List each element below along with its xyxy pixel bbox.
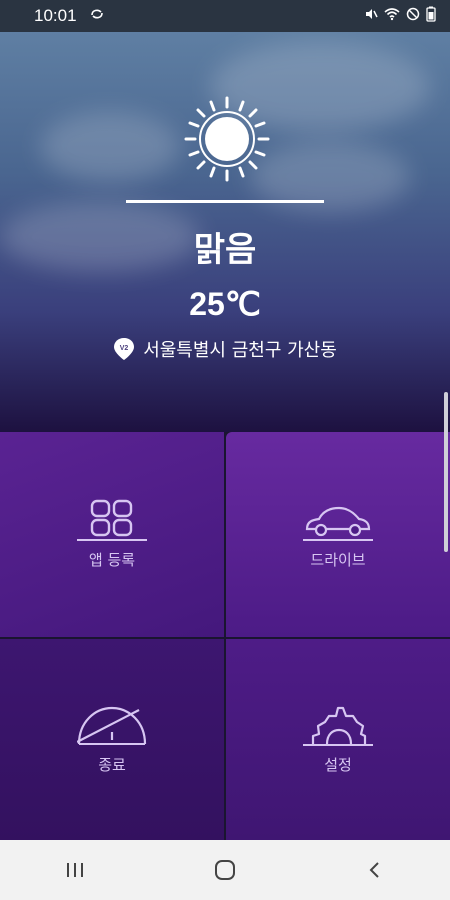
- settings-button[interactable]: 설정: [226, 639, 450, 840]
- back-button[interactable]: [345, 850, 405, 890]
- location-pin-icon: V2: [114, 338, 135, 360]
- sun-icon: [184, 96, 270, 182]
- location: V2 서울특별시 금천구 가산동: [0, 336, 450, 362]
- car-icon: [303, 506, 373, 541]
- tile-label: 설정: [324, 756, 352, 774]
- exit-button[interactable]: 종료: [0, 639, 224, 840]
- back-icon: [369, 862, 379, 878]
- tile-label: 종료: [98, 756, 126, 774]
- cloud-decoration: [40, 112, 180, 182]
- navigation-bar: [0, 840, 450, 900]
- drive-button[interactable]: 드라이브: [226, 432, 450, 637]
- tile-label: 앱 등록: [88, 551, 136, 569]
- temperature: 25℃: [189, 286, 261, 322]
- home-icon: [215, 860, 235, 880]
- recent-apps-icon: [67, 863, 83, 877]
- status-icons: [364, 6, 436, 26]
- app-register-button[interactable]: 앱 등록: [0, 432, 224, 637]
- menu-grid: 앱 등록 드라이브 종료 설정: [0, 432, 450, 840]
- svg-text:V2: V2: [120, 345, 129, 352]
- tile-label: 드라이브: [310, 551, 366, 569]
- do-not-disturb-icon: [406, 7, 420, 25]
- status-bar: 10:01: [0, 0, 450, 32]
- gear-icon: [303, 706, 373, 746]
- wifi-icon: [384, 7, 400, 25]
- battery-icon: [426, 6, 436, 26]
- home-button[interactable]: [195, 850, 255, 890]
- weather-panel: 맑음 25℃ V2 서울특별시 금천구 가산동: [0, 32, 450, 432]
- recent-apps-button[interactable]: [45, 850, 105, 890]
- weather-condition: 맑음: [193, 230, 257, 270]
- side-handle[interactable]: [444, 392, 448, 552]
- mute-icon: [364, 7, 378, 25]
- app-grid-icon: [77, 499, 147, 541]
- location-text: 서울특별시 금천구 가산동: [143, 340, 337, 361]
- divider-line: [126, 200, 324, 203]
- sync-icon: [89, 6, 105, 26]
- status-time: 10:01: [34, 6, 77, 25]
- gauge-off-icon: [77, 706, 147, 745]
